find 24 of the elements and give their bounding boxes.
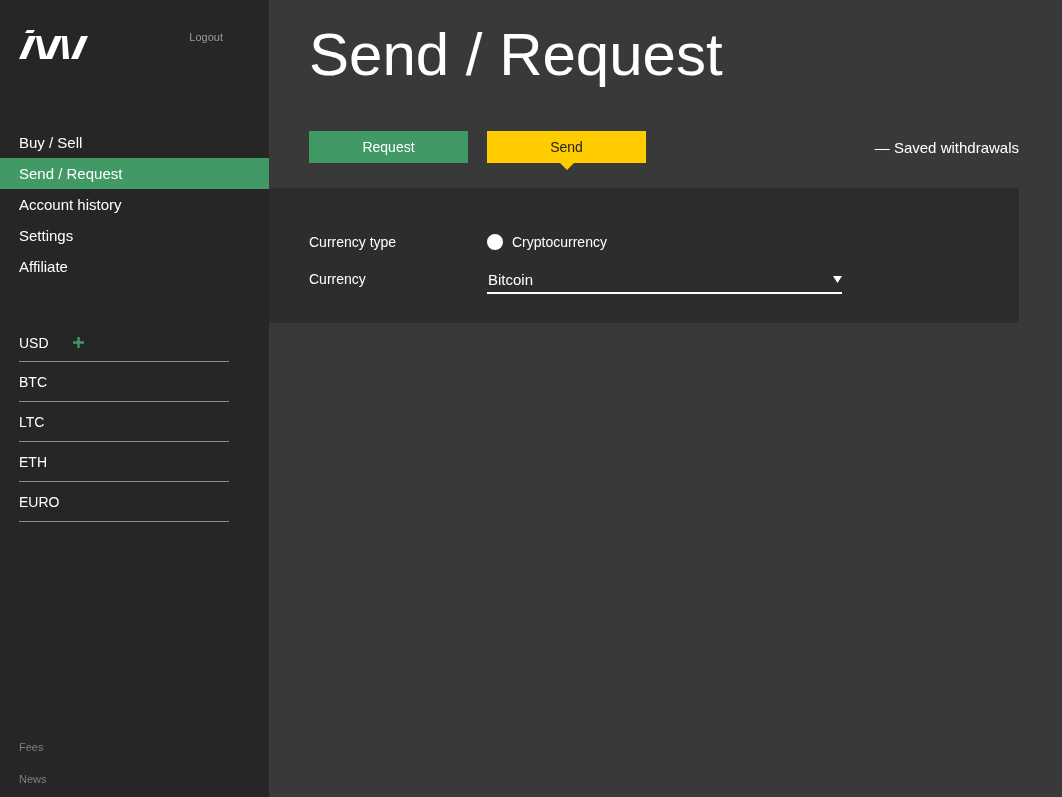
page-title: Send / Request bbox=[309, 20, 724, 90]
field-label: Currency bbox=[309, 271, 367, 287]
nav-item[interactable]: Affiliate bbox=[0, 251, 269, 282]
wallet-item[interactable]: ETH bbox=[19, 453, 47, 470]
footer-link[interactable]: Fees bbox=[19, 741, 250, 753]
nav-item[interactable]: Account history bbox=[0, 189, 269, 220]
currency-dropdown[interactable]: Bitcoin bbox=[487, 264, 842, 294]
nav-item[interactable]: Send / Request bbox=[0, 158, 269, 189]
wallet-item[interactable]: BTC bbox=[19, 373, 47, 390]
tab[interactable]: Request bbox=[309, 131, 468, 163]
logo-icon bbox=[19, 30, 88, 59]
tab-pointer-icon bbox=[559, 163, 574, 170]
footer-link[interactable]: News bbox=[19, 773, 250, 785]
wallet-item[interactable]: EURO bbox=[19, 493, 60, 510]
plus-icon[interactable] bbox=[72, 337, 84, 348]
saved-withdrawals-link[interactable]: — Saved withdrawals bbox=[874, 138, 1019, 156]
radio-button[interactable]: Cryptocurrency bbox=[487, 234, 607, 250]
nav-item[interactable]: Settings bbox=[0, 220, 269, 251]
wallet-item[interactable]: USD bbox=[19, 334, 49, 351]
logout-link[interactable]: Logout bbox=[189, 31, 223, 45]
caret-icon bbox=[833, 275, 842, 283]
nav-item[interactable]: Buy / Sell bbox=[0, 127, 269, 158]
wallet-item[interactable]: LTC bbox=[19, 413, 45, 430]
field-label: Currency type bbox=[309, 234, 398, 250]
